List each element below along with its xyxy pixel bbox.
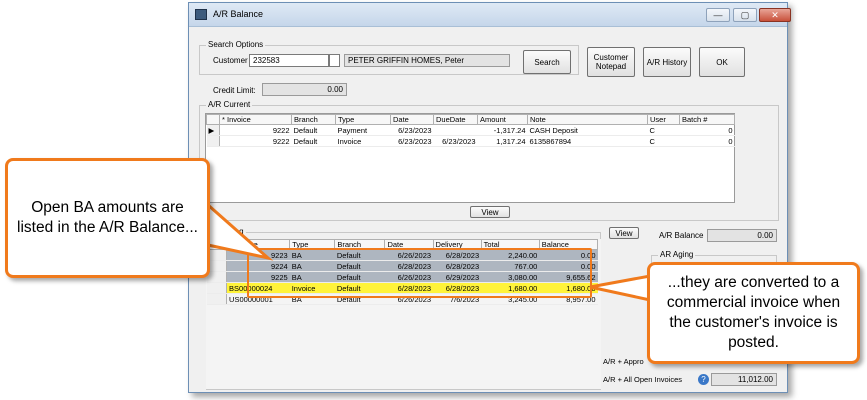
col-batch[interactable]: Batch # — [679, 114, 735, 125]
cell-note: 6135867894 — [527, 135, 648, 147]
customer-input[interactable]: 232583 — [249, 54, 329, 67]
ar-current-label: A/R Current — [206, 100, 253, 109]
customer-notepad-label-1: Customer — [593, 53, 629, 62]
close-icon[interactable]: ✕ — [759, 8, 791, 22]
cell-branch: Default — [291, 124, 336, 136]
credit-limit-label: Credit Limit: — [213, 86, 256, 95]
search-options-label: Search Options — [206, 40, 266, 49]
maximize-icon[interactable]: ▢ — [733, 8, 757, 22]
cell-amount: 1,317.24 — [477, 135, 528, 147]
ar-open-invoices-field: 11,012.00 — [711, 373, 777, 386]
customer-notepad-label-2: Notepad — [595, 62, 627, 71]
customer-notepad-button[interactable]: Customer Notepad — [587, 47, 635, 77]
ar-current-view-button[interactable]: View — [470, 206, 510, 218]
window-title: A/R Balance — [213, 9, 264, 19]
ar-approved-label: A/R + Appro — [603, 357, 644, 366]
right-callout-text: ...they are converted to a commercial in… — [666, 274, 841, 351]
ok-button[interactable]: OK — [699, 47, 745, 77]
customer-name-field: PETER GRIFFIN HOMES, Peter — [344, 54, 510, 67]
left-callout-text: Open BA amounts are listed in the A/R Ba… — [17, 199, 198, 236]
cell-amount: -1,317.24 — [477, 124, 528, 136]
cell-invoice: 9222 — [219, 124, 292, 136]
customer-label: Customer — [213, 56, 248, 65]
invoicing-view-button[interactable]: View — [609, 227, 639, 239]
ar-balance-label: A/R Balance — [659, 231, 704, 240]
title-bar[interactable]: A/R Balance — ▢ ✕ — [189, 3, 791, 27]
cell-invoice: 9222 — [219, 135, 292, 147]
customer-lookup-button[interactable] — [329, 54, 340, 67]
cell-user: C — [647, 135, 680, 147]
search-button[interactable]: Search — [523, 50, 571, 74]
credit-limit-field: 0.00 — [262, 83, 347, 96]
left-callout: Open BA amounts are listed in the A/R Ba… — [5, 158, 210, 278]
ar-history-button[interactable]: A/R History — [643, 47, 691, 77]
cell-batch: 0 — [679, 135, 735, 147]
cell-batch: 0 — [679, 124, 735, 136]
right-callout: ...they are converted to a commercial in… — [647, 262, 860, 364]
table-row[interactable]: 9222 Default Invoice 6/23/2023 6/23/2023… — [206, 135, 735, 147]
cell-user: C — [647, 124, 680, 136]
cell-type: Payment — [335, 124, 391, 136]
ar-open-invoices-label: A/R + All Open Invoices — [603, 375, 682, 384]
cell-date: 6/23/2023 — [390, 135, 434, 147]
col-amount[interactable]: Amount — [477, 114, 528, 125]
ar-current-header: * Invoice Branch Type Date DueDate Amoun… — [206, 114, 735, 125]
cell-duedate: 6/23/2023 — [433, 135, 478, 147]
table-row[interactable]: ▶ 9222 Default Payment 6/23/2023 -1,317.… — [206, 124, 735, 136]
col-type[interactable]: Type — [335, 114, 391, 125]
col-user[interactable]: User — [647, 114, 680, 125]
ar-aging-label: AR Aging — [658, 250, 696, 259]
current-row-indicator[interactable]: ▶ — [206, 124, 220, 136]
cell-branch: Default — [291, 135, 336, 147]
cell-duedate — [433, 124, 478, 136]
col-branch[interactable]: Branch — [291, 114, 336, 125]
help-icon[interactable]: ? — [698, 374, 709, 385]
ar-balance-field: 0.00 — [707, 229, 777, 242]
invoicing-label: Invoicing — [210, 227, 246, 236]
highlight-outline — [247, 248, 592, 298]
cell-type: Invoice — [335, 135, 391, 147]
minimize-icon[interactable]: — — [706, 8, 730, 22]
col-invoice[interactable]: * Invoice — [219, 114, 292, 125]
cell-note: CASH Deposit — [527, 124, 648, 136]
col-duedate[interactable]: DueDate — [433, 114, 478, 125]
ar-current-grid: * Invoice Branch Type Date DueDate Amoun… — [205, 113, 735, 203]
cell-date: 6/23/2023 — [390, 124, 434, 136]
col-note[interactable]: Note — [527, 114, 648, 125]
col-date[interactable]: Date — [390, 114, 434, 125]
app-icon — [195, 9, 207, 20]
